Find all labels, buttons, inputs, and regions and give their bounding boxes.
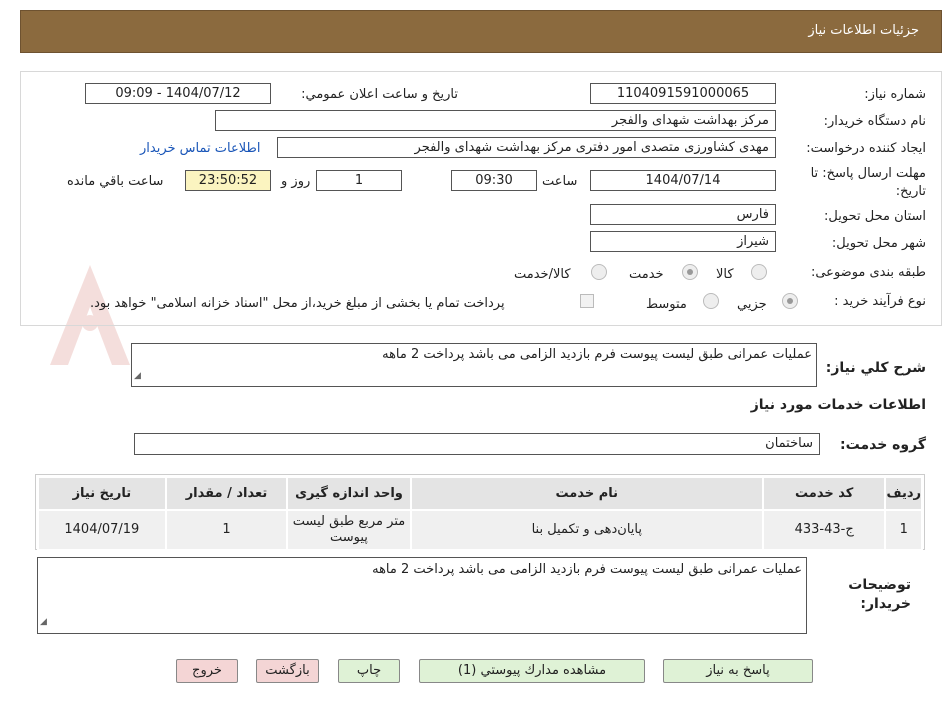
buyer-notes-textarea[interactable]: عملیات عمرانی طبق لیست پیوست فرم بازدید … [37,557,807,634]
purchase-option-medium: متوسط [646,297,687,312]
attachments-button[interactable]: مشاهده مدارك پيوستي (1) [419,659,645,683]
buyer-notes-text: عملیات عمرانی طبق لیست پیوست فرم بازدید … [372,562,802,577]
time-label: ساعت [542,174,578,189]
respond-button[interactable]: پاسخ به نیاز [663,659,813,683]
purchase-option-minor: جزیي [737,297,767,312]
category-option-goods: کالا [716,267,734,282]
days-label: روز و [281,174,311,189]
cell-service-code: ج-43-433 [761,509,887,551]
cell-quantity: 1 [164,509,289,551]
buyer-org-label: نام دستگاه خريدار: [823,114,926,129]
service-group-label: گروه خدمت: [840,437,926,453]
need-number-label: شماره نیاز: [864,87,926,102]
print-button[interactable]: چاپ [338,659,400,683]
services-table: ردیف کد خدمت نام خدمت واحد اندازه گیری ت… [37,476,923,551]
days-field[interactable]: 1 [316,170,402,191]
need-number-field[interactable]: 1104091591000065 [590,83,776,104]
cell-need-date: 1404/07/19 [37,509,167,551]
cell-row-number: 1 [884,509,923,551]
deadline-label: مهلت ارسال پاسخ: تا [810,166,926,181]
category-radio-service[interactable] [682,264,698,280]
page-header: جزئیات اطلاعات نیاز [20,10,942,53]
col-header-unit: واحد اندازه گیری [286,476,412,511]
province-field[interactable]: فارس [590,204,776,225]
col-header-service-name: نام خدمت [409,476,764,511]
buyer-org-field[interactable]: مرکز بهداشت شهدای والفجر [215,110,776,131]
summary-text: عملیات عمرانی طبق لیست پیوست فرم بازدید … [382,347,812,362]
col-header-service-code: کد خدمت [761,476,887,511]
resize-grip-icon[interactable]: ◢ [40,612,47,632]
buyer-contact-link[interactable]: اطلاعات تماس خریدار [140,141,260,156]
creator-label: ایجاد کننده درخواست: [806,141,926,156]
treasury-payment-checkbox[interactable] [580,294,594,308]
summary-label: شرح کلي نياز: [825,360,926,376]
summary-textarea[interactable]: عملیات عمرانی طبق لیست پیوست فرم بازدید … [131,343,817,387]
service-group-field[interactable]: ساختمان [134,433,820,455]
buyer-notes-label: توضیحات [848,577,911,593]
announce-label: تاریخ و ساعت اعلان عمومي: [301,87,458,102]
buyer-notes-label-2: خریدار: [860,596,911,612]
creator-field[interactable]: مهدی کشاورزی متصدی امور دفتری مرکز بهداش… [277,137,776,158]
province-label: استان محل تحویل: [824,209,926,224]
treasury-payment-note: پرداخت تمام یا بخشی از مبلغ خرید،از محل … [90,296,505,311]
city-field[interactable]: شیراز [590,231,776,252]
category-radio-goods[interactable] [751,264,767,280]
table-header-row: ردیف کد خدمت نام خدمت واحد اندازه گیری ت… [37,476,923,511]
page-title: جزئیات اطلاعات نیاز [808,23,919,38]
services-section-title: اطلاعات خدمات مورد نیاز [750,397,926,413]
category-option-goods-service: کالا/خدمت [514,267,571,282]
deadline-label-2: تاریخ: [895,184,926,199]
category-label: طبقه بندی موضوعی: [810,265,926,280]
category-radio-goods-service[interactable] [591,264,607,280]
announce-datetime-field[interactable]: 1404/07/12 - 09:09 [85,83,271,104]
back-button[interactable]: بازگشت [256,659,319,683]
city-label: شهر محل تحویل: [831,236,926,251]
cell-unit: متر مربع طبق لیست پیوست [286,509,412,551]
col-header-row-number: ردیف [884,476,923,511]
deadline-date-field[interactable]: 1404/07/14 [590,170,776,191]
col-header-need-date: تاریخ نیاز [37,476,167,511]
resize-grip-icon[interactable]: ◢ [134,367,141,385]
col-header-quantity: تعداد / مقدار [164,476,289,511]
remaining-label: ساعت باقي مانده [67,174,164,189]
purchase-radio-minor[interactable] [782,293,798,309]
exit-button[interactable]: خروج [176,659,238,683]
cell-service-name: پایان‌دهی و تکمیل بنا [409,509,764,551]
purchase-radio-medium[interactable] [703,293,719,309]
table-row: 1 ج-43-433 پایان‌دهی و تکمیل بنا متر مرب… [37,509,923,551]
remaining-time-field: 23:50:52 [185,170,271,191]
purchase-type-label: نوع فرآیند خرید : [834,294,926,309]
deadline-time-field[interactable]: 09:30 [451,170,537,191]
category-option-service: خدمت [629,267,664,282]
